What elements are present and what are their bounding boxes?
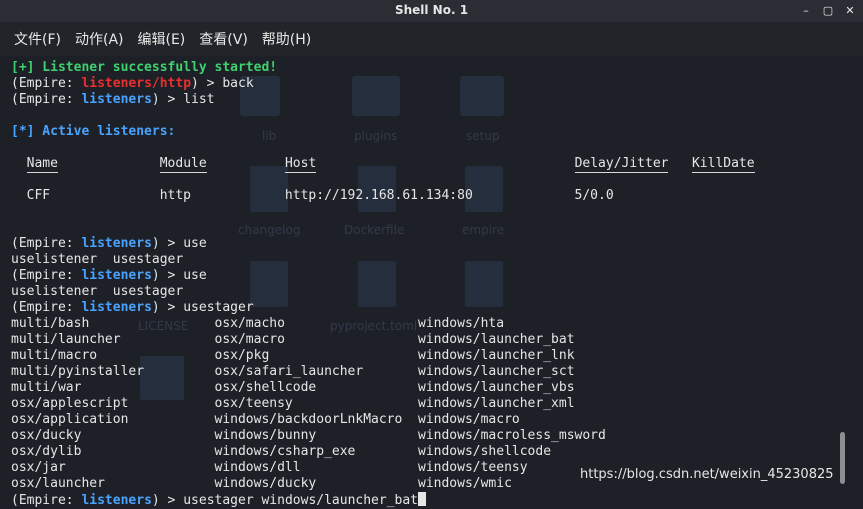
- maximize-icon[interactable]: ▢: [821, 2, 835, 18]
- terminal-text: (Empire:: [11, 300, 82, 315]
- terminal-text: (Empire:: [11, 493, 82, 508]
- terminal-text: multi/pyinstaller osx/safari_launcher wi…: [11, 364, 575, 379]
- menu-help[interactable]: 帮助(H): [256, 29, 319, 49]
- terminal-line: (Empire: listeners) > use: [11, 268, 841, 284]
- terminal-line: (Empire: listeners) > list: [11, 92, 841, 108]
- terminal-line: multi/pyinstaller osx/safari_launcher wi…: [11, 364, 841, 380]
- terminal-text: ) > usestager: [151, 300, 254, 315]
- table-header: Delay/Jitter: [574, 156, 669, 173]
- terminal-text: osx/launcher windows/ducky windows/wmic: [11, 476, 512, 491]
- terminal-text: multi/macro osx/pkg windows/launcher_lnk: [11, 348, 575, 363]
- terminal-text: listeners: [81, 493, 152, 508]
- terminal-text: osx/ducky windows/bunny windows/macroles…: [11, 428, 606, 443]
- table-header: Module: [159, 156, 207, 173]
- terminal-line: multi/macro osx/pkg windows/launcher_lnk: [11, 348, 841, 364]
- terminal-line: osx/application windows/backdoorLnkMacro…: [11, 412, 841, 428]
- terminal-line: osx/ducky windows/bunny windows/macroles…: [11, 428, 841, 444]
- terminal-cursor: [418, 492, 427, 506]
- terminal-text: listeners: [81, 92, 152, 107]
- terminal-text: osx/dylib windows/csharp_exe windows/she…: [11, 444, 552, 459]
- minimize-icon[interactable]: –: [799, 2, 813, 18]
- terminal-line: uselistener usestager: [11, 284, 841, 300]
- terminal-line: multi/bash osx/macho windows/hta: [11, 316, 841, 332]
- terminal-text: ) > use: [151, 268, 207, 283]
- terminal-text: uselistener usestager: [11, 284, 184, 299]
- terminal-text: ) > usestager windows/launcher_bat: [151, 493, 419, 508]
- terminal-text: uselistener usestager: [11, 252, 184, 267]
- window-title: Shell No. 1: [394, 3, 469, 17]
- terminal-text: osx/applescript osx/teensy windows/launc…: [11, 396, 575, 411]
- terminal-line: osx/applescript osx/teensy windows/launc…: [11, 396, 841, 412]
- terminal-output[interactable]: [+] Listener successfully started! (Empir…: [11, 60, 841, 508]
- terminal-line: multi/war osx/shellcode windows/launcher…: [11, 380, 841, 396]
- terminal-text: (Empire:: [11, 268, 82, 283]
- window-controls: – ▢ ✕: [799, 2, 857, 18]
- watermark-url: https://blog.csdn.net/weixin_45230825: [580, 467, 834, 482]
- terminal-text: CFF http http://192.168.61.134:80 5/0.0: [11, 188, 614, 203]
- terminal-text: listeners: [81, 300, 152, 315]
- terminal-line: (Empire: listeners) > usestager: [11, 300, 841, 316]
- terminal-line: Name Module Host Delay/Jitter KillDate: [11, 156, 841, 173]
- terminal-line: (Empire: listeners) > use: [11, 236, 841, 252]
- terminal-text: multi/bash osx/macho windows/hta: [11, 316, 505, 331]
- menu-view[interactable]: 查看(V): [193, 29, 256, 49]
- terminal-text: listeners: [81, 268, 152, 283]
- menu-edit[interactable]: 编辑(E): [132, 29, 194, 49]
- terminal-text: ) > use: [151, 236, 207, 251]
- terminal-text: (Empire:: [11, 76, 82, 91]
- terminal-text: ) > back: [191, 76, 254, 91]
- terminal-text: [*] Active listeners:: [11, 124, 176, 139]
- terminal-text: multi/war osx/shellcode windows/launcher…: [11, 380, 575, 395]
- terminal-text: osx/jar windows/dll windows/teensy: [11, 460, 528, 475]
- terminal-text: [+] Listener successfully started!: [11, 60, 278, 75]
- close-icon[interactable]: ✕: [843, 2, 857, 18]
- terminal-line: [*] Active listeners:: [11, 124, 841, 140]
- menu-action[interactable]: 动作(A): [69, 29, 132, 49]
- table-header: Name: [26, 156, 58, 173]
- terminal-line: osx/dylib windows/csharp_exe windows/she…: [11, 444, 841, 460]
- terminal-scrollbar[interactable]: [840, 432, 845, 484]
- terminal-text: multi/launcher osx/macro windows/launche…: [11, 332, 575, 347]
- terminal-line: CFF http http://192.168.61.134:80 5/0.0: [11, 188, 841, 204]
- title-bar: Shell No. 1 – ▢ ✕: [0, 0, 863, 22]
- terminal-text: osx/application windows/backdoorLnkMacro…: [11, 412, 520, 427]
- terminal-text: ) > list: [151, 92, 215, 107]
- terminal-line: multi/launcher osx/macro windows/launche…: [11, 332, 841, 348]
- table-header: KillDate: [691, 156, 755, 173]
- terminal-line: (Empire: listeners/http) > back: [11, 76, 841, 92]
- terminal-text: (Empire:: [11, 236, 82, 251]
- menu-bar: 文件(F) 动作(A) 编辑(E) 查看(V) 帮助(H): [0, 22, 863, 56]
- terminal-text: (Empire:: [11, 92, 82, 107]
- terminal-line: (Empire: listeners) > usestager windows/…: [11, 492, 841, 508]
- terminal-line: [+] Listener successfully started!: [11, 60, 841, 76]
- terminal-line: uselistener usestager: [11, 252, 841, 268]
- terminal-text: listeners/http: [81, 76, 192, 91]
- terminal-text: listeners: [81, 236, 152, 251]
- table-header: Host: [284, 156, 317, 173]
- menu-file[interactable]: 文件(F): [8, 29, 69, 49]
